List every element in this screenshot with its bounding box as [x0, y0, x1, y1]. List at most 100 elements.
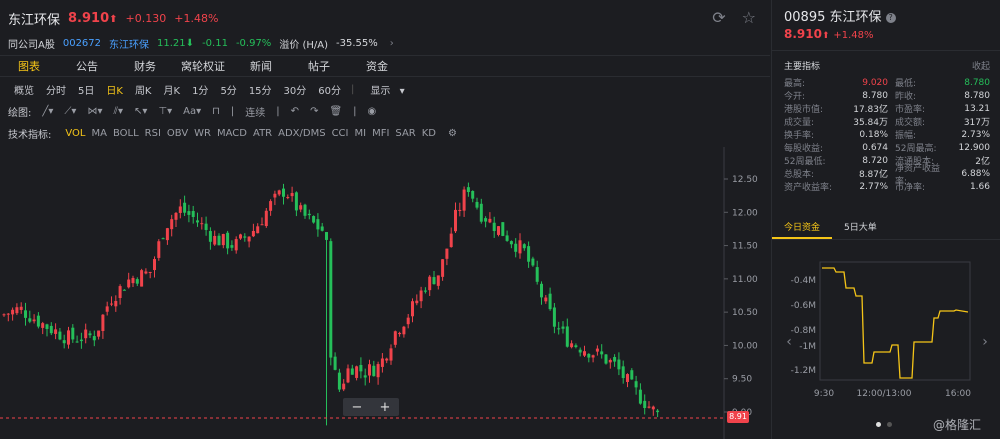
main-tabs: 图表 公告 财务 窝轮权证 新闻 帖子 资金: [0, 55, 770, 77]
peer-code[interactable]: 002672: [63, 38, 101, 49]
undo-icon[interactable]: ↶: [291, 106, 299, 117]
stat-label: 52周最高:: [895, 144, 937, 154]
candle-body: [393, 331, 397, 345]
candle-body: [191, 211, 195, 217]
tab-news[interactable]: 新闻: [232, 56, 290, 76]
info-icon[interactable]: ?: [885, 12, 896, 23]
period-day-k[interactable]: 日K: [100, 82, 129, 97]
y-tick-label: 9.50: [732, 375, 752, 385]
trash-icon[interactable]: 🗑: [329, 106, 342, 117]
pager-dot-2[interactable]: [887, 422, 892, 427]
redo-icon[interactable]: ↷: [310, 106, 318, 117]
period-week-k[interactable]: 周K: [129, 82, 158, 97]
stat-label: 市盈率:: [895, 105, 926, 115]
period-30min[interactable]: 30分: [278, 82, 313, 97]
chevron-right-icon[interactable]: ›: [390, 38, 394, 49]
candle-body: [273, 193, 277, 198]
text-tool-icon[interactable]: Aa▾: [183, 106, 201, 117]
period-15min[interactable]: 15分: [243, 82, 278, 97]
fib-tool-icon[interactable]: ⊤▾: [158, 106, 172, 117]
stat-value: 0.674: [862, 142, 888, 153]
candle-body: [604, 354, 608, 364]
candle-body: [320, 226, 324, 231]
period-5min[interactable]: 5分: [214, 82, 242, 97]
candle-body: [587, 353, 591, 358]
period-overview[interactable]: 概览: [8, 82, 40, 97]
chevron-left-icon[interactable]: ‹: [786, 334, 792, 350]
tab-warrants[interactable]: 窝轮权证: [174, 56, 232, 76]
zoom-out-button[interactable]: −: [352, 400, 363, 415]
indicator-wr[interactable]: WR: [194, 128, 211, 139]
peer-name[interactable]: 东江环保: [109, 36, 149, 51]
y-tick-label: 10.50: [732, 308, 758, 318]
indicator-ma[interactable]: MA: [91, 128, 106, 139]
arrow-tool-icon[interactable]: ↖▾: [134, 106, 147, 117]
main-indicators-header: 主要指标 收起: [784, 59, 990, 72]
continuous-toggle[interactable]: 连续: [245, 104, 265, 119]
channel-tool-icon[interactable]: ⫽▾: [113, 106, 122, 117]
indicator-mfi[interactable]: MFI: [372, 128, 389, 139]
candle-body: [122, 289, 126, 291]
candle-body: [118, 286, 122, 298]
indicator-obv[interactable]: OBV: [167, 128, 188, 139]
indicator-macd[interactable]: MACD: [217, 128, 247, 139]
candle-body: [333, 356, 337, 370]
candle-body: [475, 201, 479, 208]
candle-body: [196, 220, 199, 223]
stat-row: 每股收益: 0.674 52周最高: 12.900: [784, 141, 990, 155]
indicator-kd[interactable]: KD: [422, 128, 436, 139]
period-month-k[interactable]: 月K: [158, 82, 187, 97]
candle-body: [492, 222, 496, 231]
tab-chart[interactable]: 图表: [0, 56, 58, 76]
chevron-right-icon[interactable]: ›: [982, 334, 988, 350]
indicator-atr[interactable]: ATR: [253, 128, 272, 139]
indicator-mi[interactable]: MI: [354, 128, 366, 139]
candlestick-chart[interactable]: 12.5012.0011.5011.0010.5010.009.509.00: [0, 147, 770, 439]
period-60min[interactable]: 60分: [312, 82, 347, 97]
peer-change-pct: -0.97%: [235, 38, 272, 49]
candle-body: [204, 223, 208, 230]
line-tool-icon[interactable]: ╱▾: [42, 106, 53, 117]
pattern-tool-icon[interactable]: ⋈▾: [87, 106, 102, 117]
pager-dot-1[interactable]: [876, 422, 881, 427]
settings-icon[interactable]: ⚙: [448, 128, 457, 139]
candle-body: [432, 277, 436, 285]
indicator-adx[interactable]: ADX/DMS: [278, 128, 325, 139]
collapse-button[interactable]: 收起: [972, 59, 990, 72]
refresh-icon[interactable]: ⟳: [712, 8, 725, 27]
indicator-boll[interactable]: BOLL: [113, 128, 139, 139]
candle-body: [522, 244, 526, 249]
display-menu[interactable]: 显示 ▾: [358, 82, 410, 97]
stat-label: 振幅:: [895, 131, 917, 141]
candle-body: [114, 300, 118, 307]
candle-body: [157, 241, 161, 258]
candle-body: [221, 234, 225, 246]
candle-body: [552, 307, 556, 327]
tab-finance[interactable]: 财务: [116, 56, 174, 76]
star-icon[interactable]: ☆: [742, 8, 756, 27]
period-intraday[interactable]: 分时: [40, 82, 72, 97]
candle-body: [428, 276, 432, 291]
candle-body: [58, 331, 62, 340]
indicator-rsi[interactable]: RSI: [145, 128, 161, 139]
zoom-in-button[interactable]: +: [380, 400, 391, 415]
tab-5day-large[interactable]: 5日大单: [832, 218, 889, 239]
tab-today-funds[interactable]: 今日资金: [772, 218, 833, 239]
tab-announcements[interactable]: 公告: [58, 56, 116, 76]
period-1min[interactable]: 1分: [186, 82, 214, 97]
indicator-cci[interactable]: CCI: [332, 128, 349, 139]
candle-body: [578, 349, 582, 353]
fund-x-tick-label: 12:00/13:00: [857, 389, 912, 399]
divider: [772, 50, 1000, 51]
ray-tool-icon[interactable]: ⟋▾: [64, 106, 76, 117]
period-5day[interactable]: 5日: [72, 82, 100, 97]
magnet-icon[interactable]: ⊓: [212, 106, 220, 117]
indicator-vol[interactable]: VOL: [65, 128, 85, 139]
candle-body: [497, 226, 500, 235]
indicator-sar[interactable]: SAR: [395, 128, 415, 139]
eye-icon[interactable]: ◉: [368, 106, 377, 117]
tab-funds[interactable]: 资金: [348, 56, 406, 76]
candle-body: [363, 375, 367, 378]
tab-posts[interactable]: 帖子: [290, 56, 348, 76]
candle-body: [256, 226, 260, 234]
